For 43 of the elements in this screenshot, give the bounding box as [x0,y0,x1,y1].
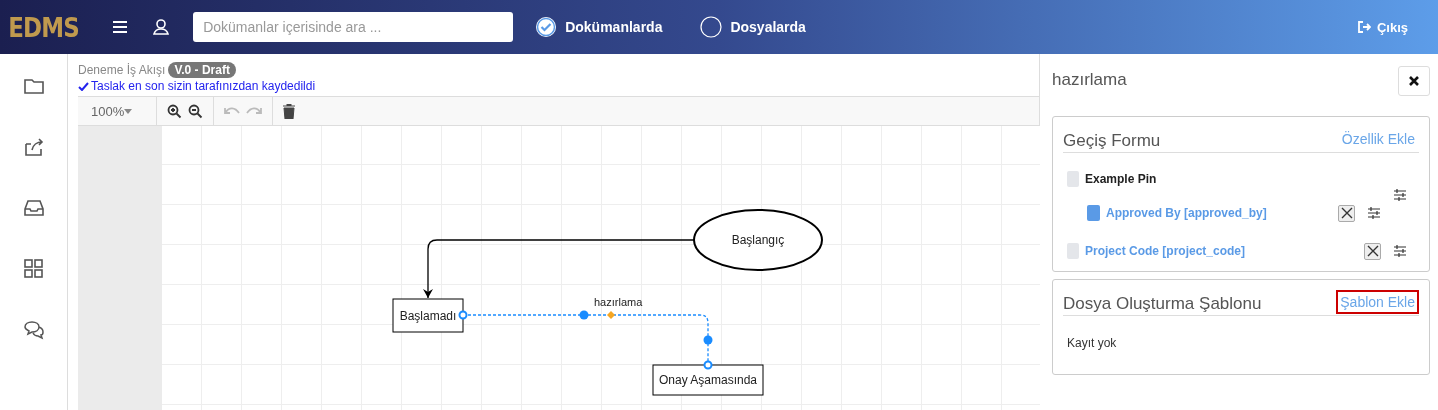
user-icon[interactable] [153,19,170,35]
panel-title: hazırlama [1052,70,1127,90]
zoom-dropdown[interactable]: 100% [88,103,133,119]
trash-icon[interactable] [283,103,295,119]
remove-button[interactable] [1364,242,1381,260]
radio-option[interactable]: Dokümanlarda [535,16,663,38]
section-title: Geçiş Formu [1063,131,1161,151]
logout-icon [1357,21,1371,33]
grid-icon[interactable] [21,257,46,281]
empty-message: Kayıt yok [1066,335,1118,352]
field-label[interactable]: Project Code [project_code] [1085,244,1246,258]
settings-icon[interactable] [1393,189,1407,201]
remove-button[interactable] [1338,204,1355,222]
state-node: Onay Aşamasında [652,364,764,396]
field-label: Example Pin [1085,172,1157,186]
checkbox[interactable] [1067,243,1079,259]
add-template-link[interactable]: Şablon Ekle [1336,290,1419,314]
logout-button[interactable]: Çıkış [1351,18,1414,36]
save-status: Taslak en son sizin tarafınızdan kaydedildi [78,78,1039,94]
chat-icon[interactable] [21,318,46,342]
checkbox[interactable] [1067,171,1079,187]
settings-icon[interactable] [1367,207,1381,219]
check-icon [78,81,89,91]
workflow-title: Deneme İş Akışı [78,63,166,77]
start-node: Başlangıç [693,209,823,271]
radio-option[interactable]: Dosyalarda [700,16,806,38]
caret-icon [124,108,133,114]
close-button[interactable] [1398,66,1430,96]
field-label[interactable]: Approved By [approved_by] [1106,206,1267,220]
close-icon [1409,76,1419,86]
menu-icon[interactable] [113,21,128,33]
add-property-link[interactable]: Özellik Ekle [1337,127,1419,151]
state-node: Başlamadı [392,298,464,333]
zoom-in-icon[interactable] [167,103,182,119]
checkbox[interactable] [1087,205,1100,221]
section-title: Dosya Oluşturma Şablonu [1063,294,1262,314]
search-field[interactable]: Dokümanlar içerisinde ara ... [193,12,514,42]
selected-transition[interactable] [458,310,713,370]
logo: EDMS [8,11,79,43]
version-badge: V.0 - Draft [168,62,236,78]
transition-label: hazırlama [594,296,643,308]
zoom-out-icon[interactable] [188,103,203,119]
settings-icon[interactable] [1393,245,1407,257]
